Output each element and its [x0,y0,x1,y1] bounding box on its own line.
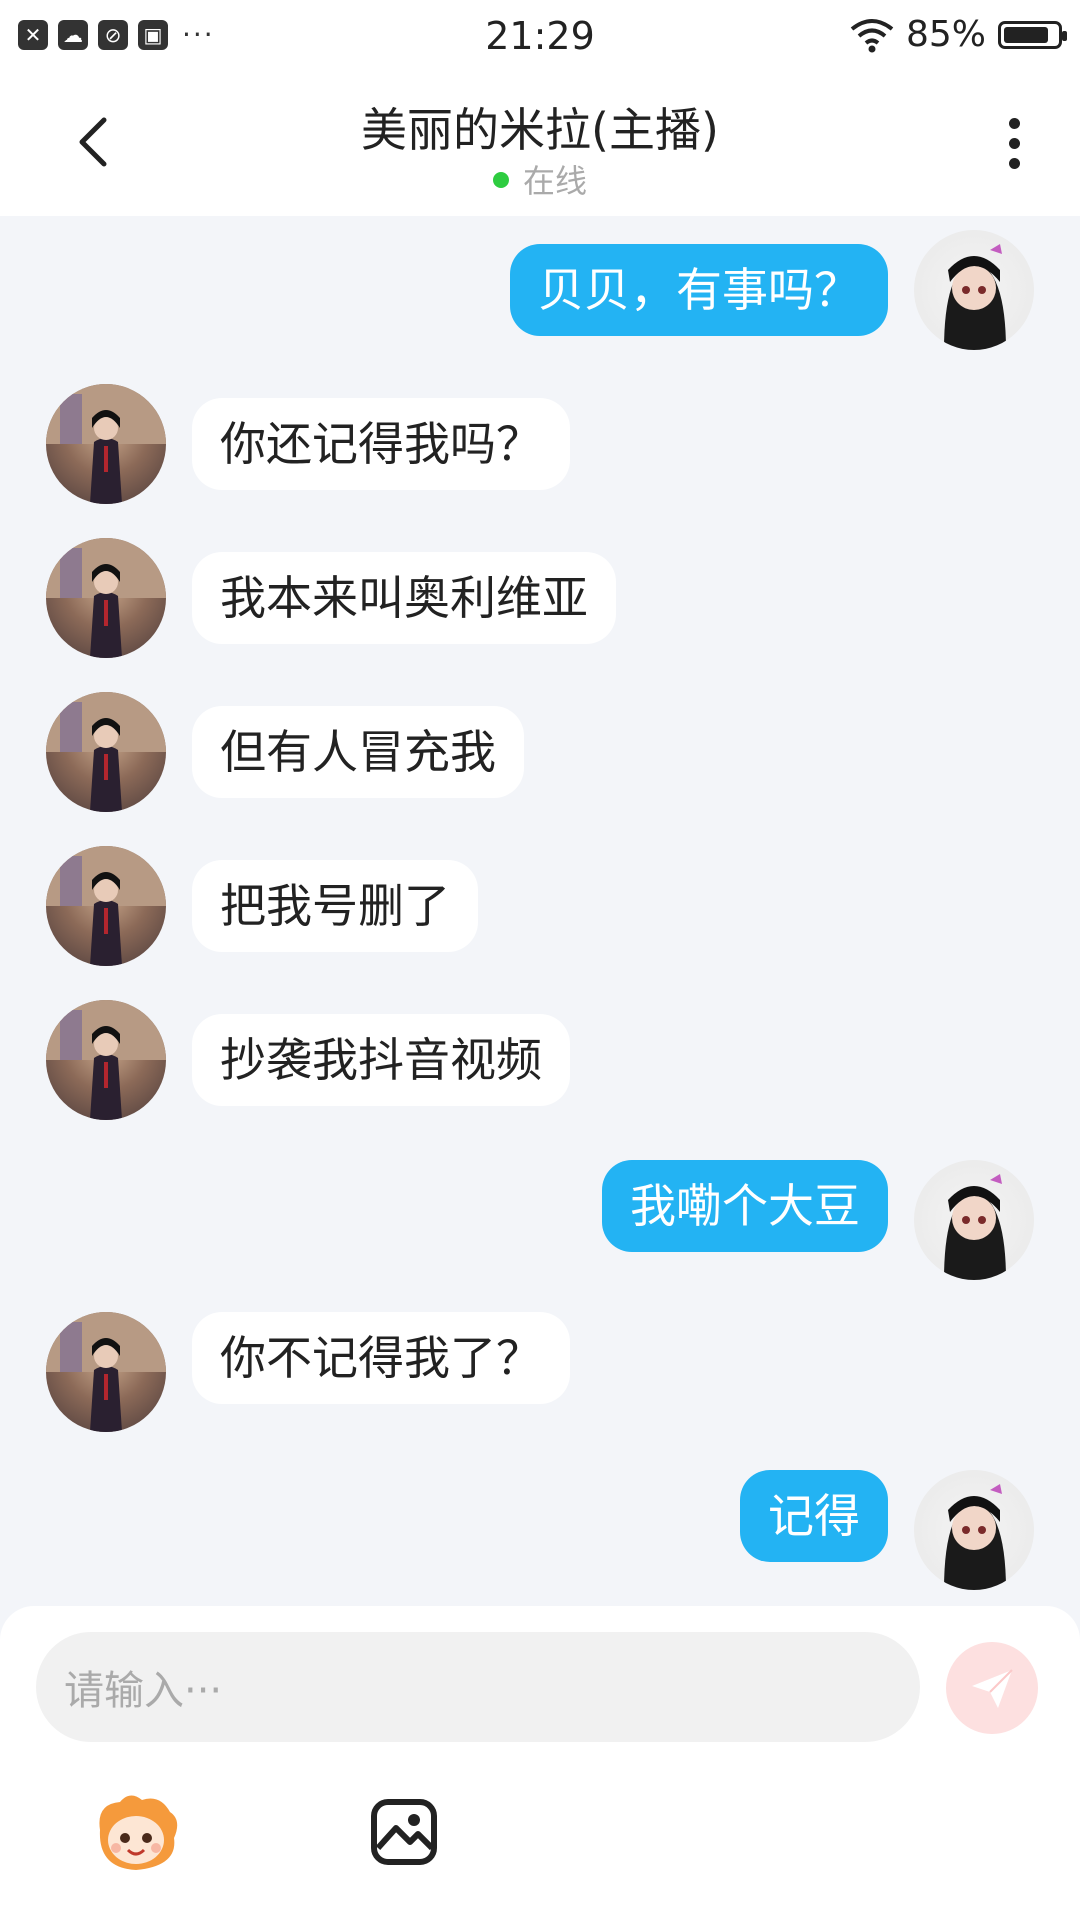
system-indicators: 85% [850,14,1067,55]
message-bubble-sent[interactable]: 记得 [740,1470,888,1562]
message-bubble-sent[interactable]: 我嘞个大豆 [602,1160,888,1252]
contact-avatar[interactable] [46,1000,166,1120]
my-avatar[interactable] [914,1160,1034,1280]
message-row: 你还记得我吗？ [0,384,1080,514]
message-row: 把我号删了 [0,846,1080,976]
paper-plane-icon [972,1669,1013,1708]
battery-icon [998,20,1067,49]
message-bubble-sent[interactable]: 贝贝，有事吗？ [510,244,888,336]
message-row: 我嘞个大豆 [0,1160,1080,1290]
message-bubble-received[interactable]: 把我号删了 [192,860,478,952]
more-options-icon[interactable] [1002,118,1026,178]
message-bubble-received[interactable]: 我本来叫奥利维亚 [192,552,616,644]
input-placeholder: 请输入··· [64,1668,223,1714]
message-row: 我本来叫奥利维亚 [0,538,1080,668]
wifi-icon [850,18,894,52]
online-status-text: 在线 [522,162,587,200]
status-bar: ✕ ☁ ⊘ ▣ ··· 21:29 85% [0,0,1080,74]
online-status: 在线 [0,156,1080,202]
message-bubble-received[interactable]: 但有人冒充我 [192,706,524,798]
my-avatar[interactable] [914,1470,1034,1590]
chat-header: 美丽的米拉(主播) 在线 [0,74,1080,216]
contact-name: 美丽的米拉(主播) [361,103,719,157]
contact-avatar[interactable] [46,538,166,658]
online-dot-icon [492,172,509,188]
message-row: 贝贝，有事吗？ [0,230,1080,360]
contact-avatar[interactable] [46,692,166,812]
contact-avatar[interactable] [46,384,166,504]
message-bubble-received[interactable]: 你还记得我吗？ [192,398,570,490]
send-button[interactable] [946,1642,1038,1734]
message-row: 记得 [0,1470,1080,1600]
message-row: 你不记得我了？ [0,1312,1080,1442]
emoji-sticker-icon[interactable] [90,1790,182,1876]
contact-avatar[interactable] [46,846,166,966]
message-list: 贝贝，有事吗？ 你还记得我吗？ 我本来叫奥利维亚 但有人冒充我 把我号删了 抄袭… [0,216,1080,1606]
battery-level [1004,26,1049,43]
message-bubble-received[interactable]: 抄袭我抖音视频 [192,1014,570,1106]
input-panel: 请输入··· [0,1606,1080,1920]
image-picker-icon[interactable] [370,1798,438,1866]
message-bubble-received[interactable]: 你不记得我了？ [192,1312,570,1404]
my-avatar[interactable] [914,230,1034,350]
message-row: 但有人冒充我 [0,692,1080,822]
contact-avatar[interactable] [46,1312,166,1432]
message-input[interactable]: 请输入··· [36,1632,920,1742]
battery-percent: 85% [905,14,986,55]
message-row: 抄袭我抖音视频 [0,1000,1080,1130]
